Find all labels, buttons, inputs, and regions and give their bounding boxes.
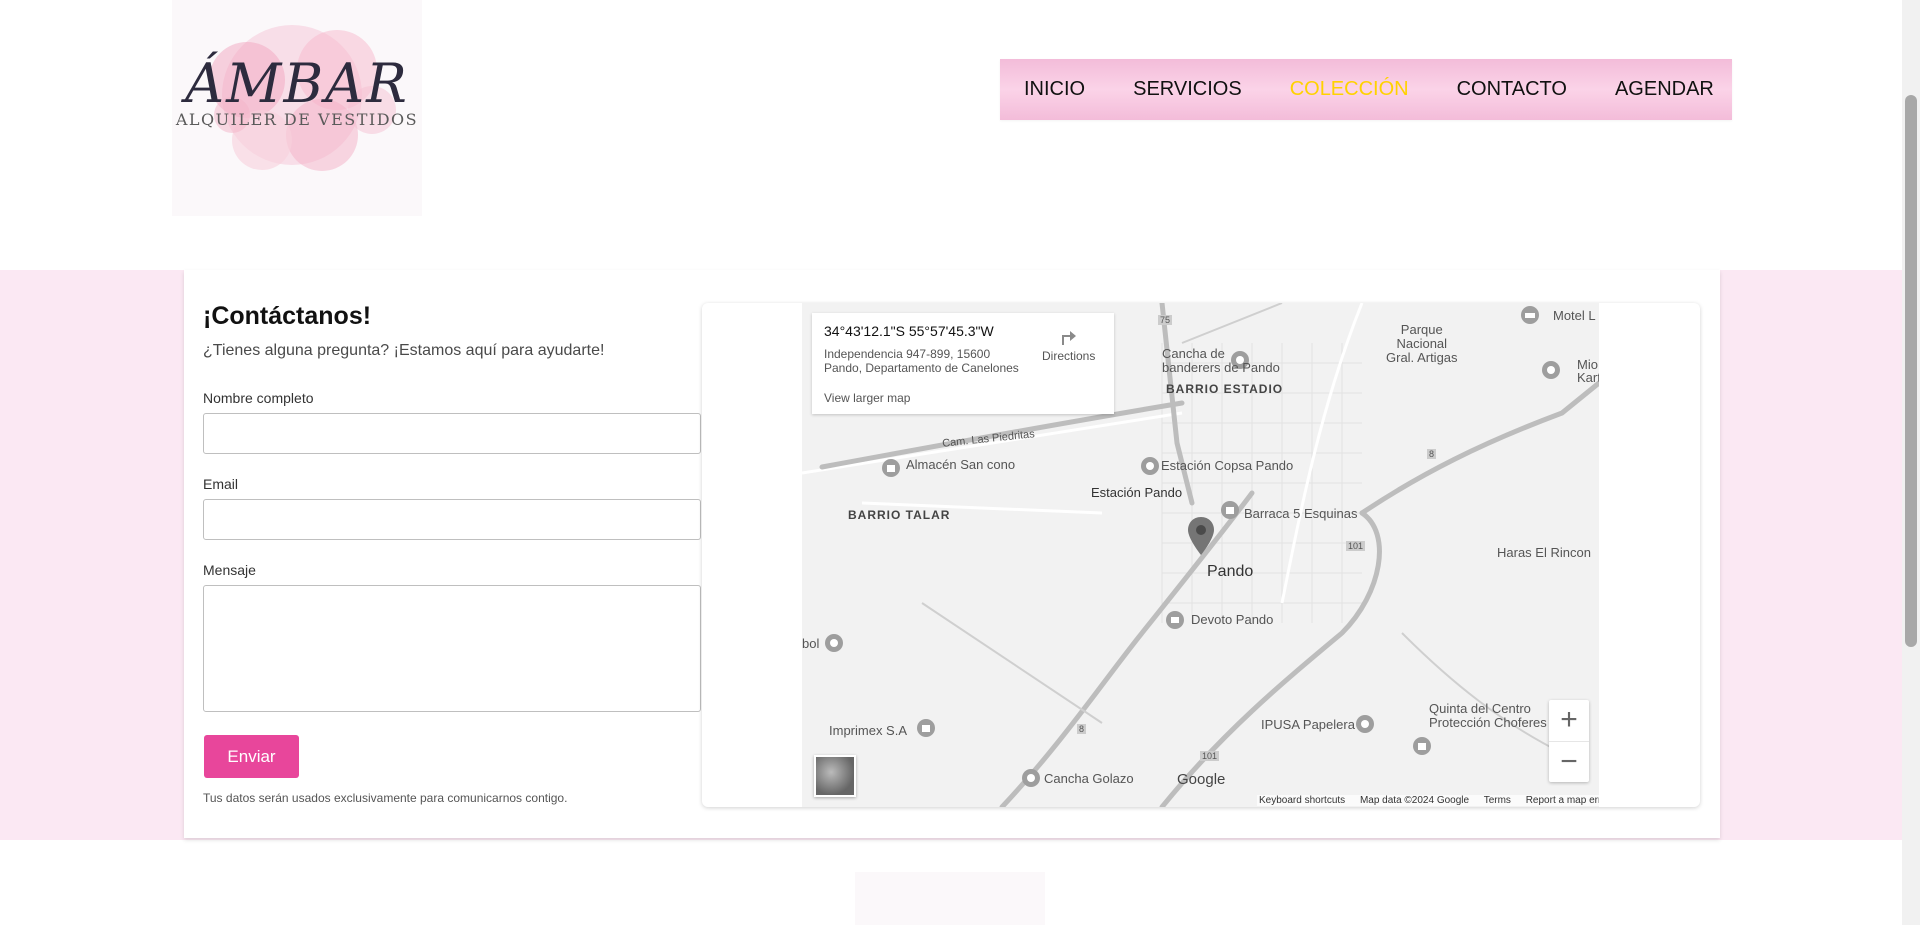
directions-icon[interactable] <box>1056 325 1078 347</box>
map-label-barraca: Barraca 5 Esquinas <box>1244 506 1358 521</box>
poi-icon[interactable] <box>1021 768 1041 788</box>
privacy-note: Tus datos serán usados exclusivamente pa… <box>203 791 568 805</box>
logo-title: ÁMBAR <box>185 52 409 115</box>
main-nav: INICIO SERVICIOS COLECCIÓN CONTACTO AGEN… <box>1000 59 1732 120</box>
poi-icon[interactable] <box>1412 736 1432 756</box>
footer-logo <box>855 872 1045 925</box>
map-label-devoto: Devoto Pando <box>1191 612 1274 627</box>
nav-contacto[interactable]: CONTACTO <box>1433 78 1591 101</box>
satellite-toggle-thumbnail[interactable] <box>814 755 856 797</box>
report-error-link[interactable]: Report a map error <box>1526 795 1599 806</box>
map-data-text: Map data ©2024 Google <box>1359 795 1470 806</box>
location-pin-icon[interactable] <box>1188 517 1214 555</box>
map-label-bol: bol <box>802 636 820 651</box>
logo-subtitle: ALQUILER DE VESTIDOS <box>175 110 419 129</box>
route-shield-101: 101 <box>1346 541 1366 551</box>
map-label-parque: Parque Nacional Gral. Artigas <box>1386 322 1458 365</box>
google-logo: Google <box>1177 771 1226 788</box>
route-shield-8b: 8 <box>1077 724 1087 734</box>
map-label-almacen: Almacén San cono <box>906 457 1016 472</box>
contact-subtitle: ¿Tienes alguna pregunta? ¡Estamos aquí p… <box>203 342 605 359</box>
map-label-estacion: Estación Pando <box>1091 485 1183 500</box>
map-label-barrio-estadio: BARRIO ESTADIO <box>1166 382 1284 396</box>
poi-icon[interactable] <box>1541 360 1561 380</box>
terms-link[interactable]: Terms <box>1484 795 1511 806</box>
shopping-icon[interactable] <box>1219 499 1241 521</box>
map-address-line2: Pando, Departamento de Canelones <box>824 361 1019 375</box>
map-label-copsa: Estación Copsa Pando <box>1161 458 1294 473</box>
hotel-icon[interactable] <box>1520 305 1540 325</box>
keyboard-shortcuts-link[interactable]: Keyboard shortcuts <box>1259 795 1345 806</box>
route-shield-8: 8 <box>1427 449 1437 459</box>
map-label-imprimex: Imprimex S.A <box>829 723 908 738</box>
route-shield-75: 75 <box>1158 315 1173 325</box>
shopping-cart-icon[interactable] <box>1164 609 1186 631</box>
zoom-in-button[interactable]: + <box>1549 700 1589 742</box>
map-label-barrio-talar: BARRIO TALAR <box>848 508 951 522</box>
directions-link[interactable]: Directions <box>1042 349 1095 363</box>
map-address-line1: Independencia 947-899, 15600 <box>824 347 991 361</box>
contact-title: ¡Contáctanos! <box>203 302 372 330</box>
map-label-golazo: Cancha Golazo <box>1044 771 1134 786</box>
name-label: Nombre completo <box>203 390 314 406</box>
name-input[interactable] <box>203 413 701 454</box>
map-label-haras: Haras El Rincon <box>1497 545 1591 560</box>
google-map[interactable]: 34°43'12.1"S 55°57'45.3"W Independencia … <box>802 303 1599 807</box>
poi-icon[interactable] <box>1139 455 1161 477</box>
scrollbar-thumb[interactable] <box>1905 95 1917 647</box>
route-shield-101b: 101 <box>1200 751 1220 761</box>
map-coords: 34°43'12.1"S 55°57'45.3"W <box>824 323 994 339</box>
nav-agendar[interactable]: AGENDAR <box>1591 78 1738 101</box>
nav-inicio[interactable]: INICIO <box>1000 78 1109 101</box>
map-attribution: Keyboard shortcuts Map data ©2024 Google… <box>1257 795 1599 806</box>
zoom-out-button[interactable]: − <box>1549 742 1589 783</box>
send-button[interactable]: Enviar <box>204 735 299 778</box>
view-larger-map-link[interactable]: View larger map <box>824 391 910 405</box>
map-label-cancha: Cancha de banderers de Pando <box>1162 346 1280 375</box>
map-label-ipusa: IPUSA Papelera <box>1261 717 1355 732</box>
zoom-control: + − <box>1549 700 1589 782</box>
map-label-motel: Motel L <box>1553 308 1596 323</box>
email-input[interactable] <box>203 499 701 540</box>
poi-icon[interactable] <box>824 633 844 653</box>
message-label: Mensaje <box>203 562 256 578</box>
poi-icon[interactable] <box>1355 714 1375 734</box>
nav-coleccion[interactable]: COLECCIÓN <box>1266 78 1433 101</box>
nav-servicios[interactable]: SERVICIOS <box>1109 78 1266 101</box>
shopping-icon[interactable] <box>916 718 936 738</box>
map-label-mio: Mio Kart <box>1577 357 1599 385</box>
map-label-pando: Pando <box>1207 563 1254 580</box>
map-info-box: 34°43'12.1"S 55°57'45.3"W Independencia … <box>812 313 1114 414</box>
shopping-icon[interactable] <box>880 457 902 479</box>
brand-logo[interactable]: ÁMBAR ALQUILER DE VESTIDOS <box>172 0 422 216</box>
message-textarea[interactable] <box>203 585 701 712</box>
email-label: Email <box>203 476 239 492</box>
